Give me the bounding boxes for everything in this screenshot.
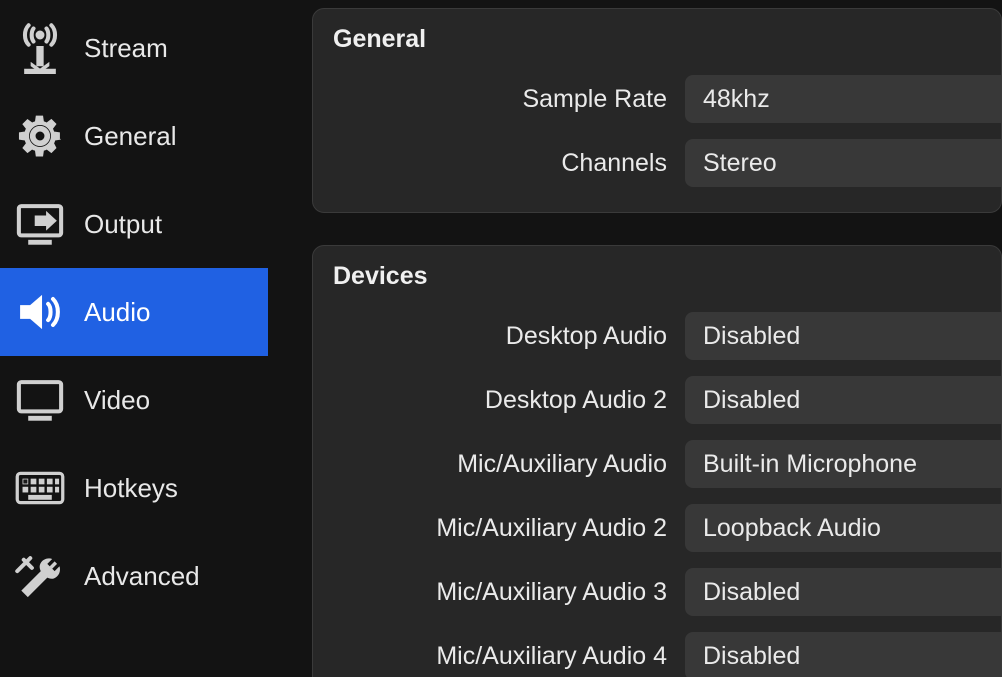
sidebar-item-advanced[interactable]: Advanced — [0, 532, 268, 620]
tools-icon — [10, 546, 70, 606]
label-desktop-audio-2: Desktop Audio 2 — [327, 386, 685, 415]
select-mic-aux-2[interactable]: Loopback Audio — [685, 504, 1001, 552]
row-sample-rate: Sample Rate 48khz — [327, 72, 1001, 126]
sidebar-item-label: Output — [84, 209, 162, 240]
select-desktop-audio-2[interactable]: Disabled — [685, 376, 1001, 424]
select-mic-aux-3[interactable]: Disabled — [685, 568, 1001, 616]
sidebar-item-label: Hotkeys — [84, 473, 178, 504]
label-mic-aux-4: Mic/Auxiliary Audio 4 — [327, 642, 685, 671]
row-mic-aux-2: Mic/Auxiliary Audio 2 Loopback Audio — [327, 501, 1001, 555]
settings-sidebar: Stream General Output — [0, 0, 268, 677]
sidebar-item-video[interactable]: Video — [0, 356, 268, 444]
row-mic-aux-1: Mic/Auxiliary Audio Built-in Microphone — [327, 437, 1001, 491]
sidebar-item-label: General — [84, 121, 177, 152]
panel-devices: Devices Desktop Audio Disabled Desktop A… — [312, 245, 1002, 677]
label-channels: Channels — [327, 149, 685, 178]
label-mic-aux-2: Mic/Auxiliary Audio 2 — [327, 514, 685, 543]
app-root: Stream General Output — [0, 0, 1002, 677]
speaker-icon — [10, 282, 70, 342]
keyboard-icon — [10, 458, 70, 518]
broadcast-icon — [10, 18, 70, 78]
panel-title: Devices — [327, 256, 1001, 309]
sidebar-item-hotkeys[interactable]: Hotkeys — [0, 444, 268, 532]
sidebar-item-label: Stream — [84, 33, 168, 64]
sidebar-item-label: Video — [84, 385, 150, 416]
row-mic-aux-4: Mic/Auxiliary Audio 4 Disabled — [327, 629, 1001, 677]
sidebar-item-label: Audio — [84, 297, 151, 328]
row-desktop-audio: Desktop Audio Disabled — [327, 309, 1001, 363]
select-desktop-audio[interactable]: Disabled — [685, 312, 1001, 360]
row-desktop-audio-2: Desktop Audio 2 Disabled — [327, 373, 1001, 427]
panel-title: General — [327, 19, 1001, 72]
sidebar-item-stream[interactable]: Stream — [0, 4, 268, 92]
sidebar-item-output[interactable]: Output — [0, 180, 268, 268]
sidebar-item-label: Advanced — [84, 561, 200, 592]
label-mic-aux-3: Mic/Auxiliary Audio 3 — [327, 578, 685, 607]
row-mic-aux-3: Mic/Auxiliary Audio 3 Disabled — [327, 565, 1001, 619]
label-desktop-audio: Desktop Audio — [327, 322, 685, 351]
settings-content: General Sample Rate 48khz Channels Stere… — [268, 0, 1002, 677]
output-icon — [10, 194, 70, 254]
select-sample-rate[interactable]: 48khz — [685, 75, 1001, 123]
sidebar-item-general[interactable]: General — [0, 92, 268, 180]
label-sample-rate: Sample Rate — [327, 85, 685, 114]
monitor-icon — [10, 370, 70, 430]
select-mic-aux-4[interactable]: Disabled — [685, 632, 1001, 677]
select-channels[interactable]: Stereo — [685, 139, 1001, 187]
gear-icon — [10, 106, 70, 166]
row-channels: Channels Stereo — [327, 136, 1001, 190]
select-mic-aux-1[interactable]: Built-in Microphone — [685, 440, 1001, 488]
panel-general: General Sample Rate 48khz Channels Stere… — [312, 8, 1002, 213]
sidebar-item-audio[interactable]: Audio — [0, 268, 268, 356]
label-mic-aux-1: Mic/Auxiliary Audio — [327, 450, 685, 479]
